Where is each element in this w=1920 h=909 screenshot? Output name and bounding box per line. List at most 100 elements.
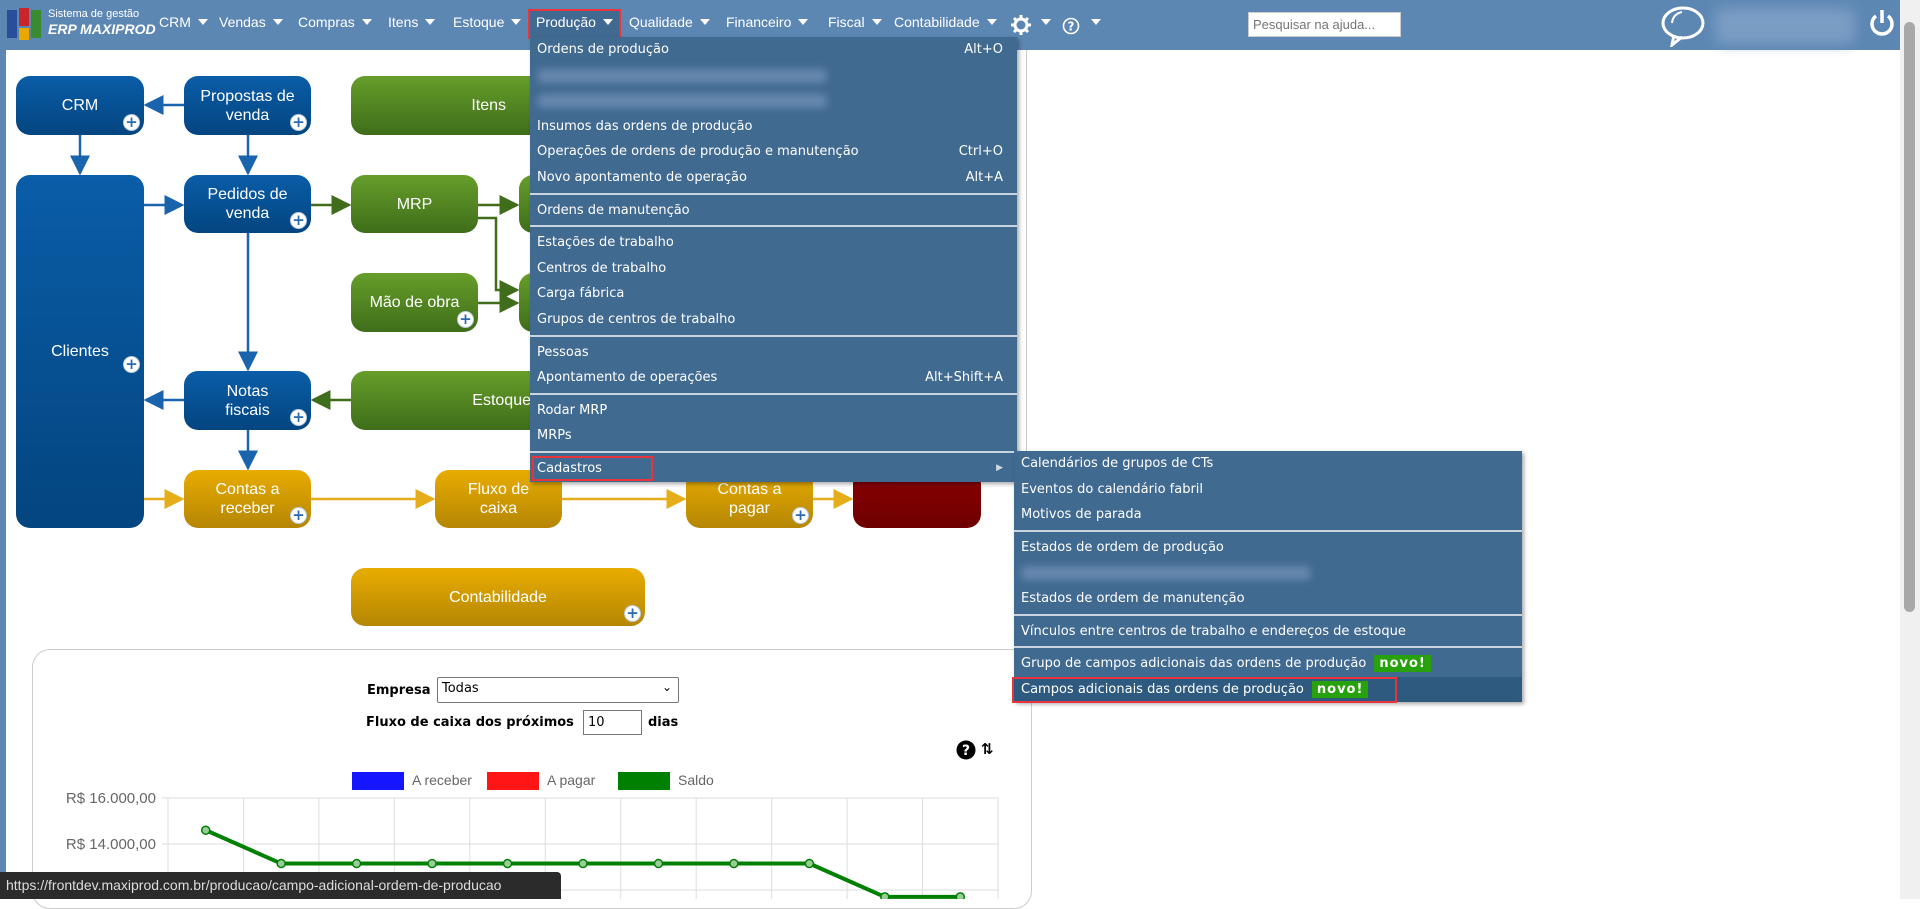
diagram-label: Contas a receber xyxy=(215,481,280,517)
menu-item[interactable]: MRPs xyxy=(530,423,1017,449)
plus-icon[interactable]: + xyxy=(624,605,641,622)
menu-item-label: Grupos de centros de trabalho xyxy=(537,311,736,327)
plus-icon[interactable]: + xyxy=(123,114,140,131)
data-point[interactable] xyxy=(729,858,739,869)
menu-item[interactable]: Novo apontamento de operação Alt+A xyxy=(530,165,1017,191)
menu-item[interactable]: Ordens de produção Alt+O xyxy=(530,37,1017,63)
menu-item-label: Grupo de campos adicionais das ordens de… xyxy=(1021,656,1367,672)
diagram-label: Notas fiscais xyxy=(225,382,270,419)
menu-item[interactable]: Insumos das ordens de produção xyxy=(530,114,1017,140)
chat-bubble-icon[interactable] xyxy=(1660,5,1706,47)
menu-item[interactable]: Carga fábrica xyxy=(530,281,1017,307)
help-icon[interactable]: ? xyxy=(956,740,976,760)
menu-item-label: Estações de trabalho xyxy=(537,235,674,251)
diagram-label: Contas a pagar xyxy=(717,481,782,517)
menu-item-blurred[interactable] xyxy=(1014,560,1522,586)
refresh-icon[interactable]: ⇅ xyxy=(981,740,994,758)
data-point[interactable] xyxy=(880,892,890,899)
menu-item[interactable]: Cadastros ▶ xyxy=(530,455,1017,482)
plus-icon[interactable]: + xyxy=(290,507,307,524)
menu-item[interactable]: Estados de ordem de manutenção xyxy=(1014,586,1522,612)
plus-icon[interactable]: + xyxy=(290,212,307,229)
diagram-crm[interactable]: CRM + xyxy=(16,76,144,135)
menu-item[interactable]: Calendários de grupos de CTs xyxy=(1014,451,1522,477)
data-point[interactable] xyxy=(351,858,362,869)
menu-item[interactable]: Grupos de centros de trabalho xyxy=(530,307,1017,333)
submenu-arrow-icon: ▶ xyxy=(996,462,1003,473)
menu-item[interactable]: Estações de trabalho xyxy=(530,230,1017,256)
diagram-label: Estoque xyxy=(472,392,531,409)
diagram-contas-receber[interactable]: Contas a receber + xyxy=(184,470,311,528)
diagram-label: CRM xyxy=(61,97,99,114)
highlight-box xyxy=(532,455,653,481)
menu-item-label: Calendários de grupos de CTs xyxy=(1021,456,1214,471)
menu-item-label: Pessoas xyxy=(537,344,589,360)
data-point[interactable] xyxy=(578,858,588,869)
plus-icon[interactable]: + xyxy=(290,409,307,426)
diagram-label: Propostas de venda xyxy=(200,87,295,124)
new-badge: novo! xyxy=(1374,655,1431,673)
diagram-itens[interactable]: Itens xyxy=(351,76,551,135)
menu-item-label: Vínculos entre centros de trabalho e end… xyxy=(1021,623,1406,639)
menu-item-blurred[interactable] xyxy=(530,88,1017,114)
menu-item-label: Apontamento de operações xyxy=(537,370,718,386)
menu-item-label: Estados de ordem de manutenção xyxy=(1021,590,1245,606)
data-point[interactable] xyxy=(276,858,286,869)
diagram-estoque[interactable]: Estoque xyxy=(351,371,551,430)
diagram-label: Contabilidade xyxy=(449,588,547,606)
menu-item-label: Rodar MRP xyxy=(537,402,608,418)
scrollbar-thumb[interactable] xyxy=(1904,22,1915,612)
user-info-blurred[interactable] xyxy=(1715,8,1855,44)
data-point[interactable] xyxy=(427,858,437,869)
diagram-propostas[interactable]: Propostas de venda + xyxy=(184,76,311,135)
data-point[interactable] xyxy=(653,858,664,869)
menu-item[interactable]: Apontamento de operações Alt+Shift+A xyxy=(530,365,1017,391)
menu-item[interactable]: Motivos de parada xyxy=(1014,502,1522,528)
settings-menu-caret[interactable] xyxy=(1034,14,1051,30)
menu-item[interactable]: Vínculos entre centros de trabalho e end… xyxy=(1014,619,1522,645)
dias-input[interactable] xyxy=(583,710,642,735)
menu-item[interactable]: Centros de trabalho xyxy=(530,256,1017,282)
menu-item[interactable]: Campos adicionais das ordens de produção… xyxy=(1012,676,1522,703)
plus-icon[interactable]: + xyxy=(123,356,140,373)
menu-item[interactable]: Operações de ordens de produção e manute… xyxy=(530,139,1017,165)
menu-item[interactable]: Grupo de campos adicionais das ordens de… xyxy=(1014,651,1522,677)
menu-item[interactable]: Ordens de manutenção xyxy=(530,198,1017,224)
diagram-label: Fluxo de caixa xyxy=(467,481,530,517)
plus-icon[interactable]: + xyxy=(457,311,474,328)
menu-item-label: Ordens de produção xyxy=(537,42,669,57)
diagram-label: MRP xyxy=(396,195,433,213)
menu-item[interactable]: Pessoas xyxy=(530,340,1017,366)
help-icon[interactable]: ? xyxy=(1062,17,1080,35)
data-point[interactable] xyxy=(502,858,513,869)
plus-icon[interactable]: + xyxy=(290,114,307,131)
menu-item-label: Carga fábrica xyxy=(537,286,625,302)
menu-item-label: Eventos do calendário fabril xyxy=(1021,481,1204,497)
menu-item[interactable]: Eventos do calendário fabril xyxy=(1014,477,1522,503)
shortcut-label: Alt+A xyxy=(965,169,1003,185)
menu-item-blurred[interactable] xyxy=(530,63,1017,89)
empresa-select[interactable]: Todas ⌄ xyxy=(437,677,679,703)
power-icon[interactable] xyxy=(1868,8,1896,38)
menu-item[interactable]: Rodar MRP xyxy=(530,398,1017,424)
fluxo-label: Fluxo de caixa dos próximos xyxy=(366,715,574,730)
menu-item[interactable]: Estados de ordem de produção xyxy=(1014,535,1522,561)
diagram-contabilidade[interactable]: Contabilidade + xyxy=(351,568,645,626)
diagram-mrp[interactable]: MRP xyxy=(351,175,478,233)
data-point[interactable] xyxy=(804,858,815,869)
diagram-mao-de-obra[interactable]: Mão de obra + xyxy=(351,273,478,332)
menu-item-label: MRPs xyxy=(537,428,572,444)
menu-item-label: Operações de ordens de produção e manute… xyxy=(537,144,859,160)
diagram-clientes[interactable]: Clientes + xyxy=(16,175,144,528)
data-point[interactable] xyxy=(200,825,211,835)
diagram-pedidos[interactable]: Pedidos de venda + xyxy=(184,175,311,233)
empresa-value: Todas xyxy=(442,681,479,696)
svg-text:?: ? xyxy=(962,743,970,759)
cadastros-submenu: Calendários de grupos de CTs Eventos do c… xyxy=(1012,451,1522,703)
help-search-input[interactable] xyxy=(1248,12,1401,37)
help-menu-caret[interactable] xyxy=(1084,14,1101,30)
diagram-label: Mão de obra xyxy=(369,294,460,311)
diagram-notas-fiscais[interactable]: Notas fiscais + xyxy=(184,371,311,430)
data-point[interactable] xyxy=(955,892,966,899)
plus-icon[interactable]: + xyxy=(792,507,809,524)
